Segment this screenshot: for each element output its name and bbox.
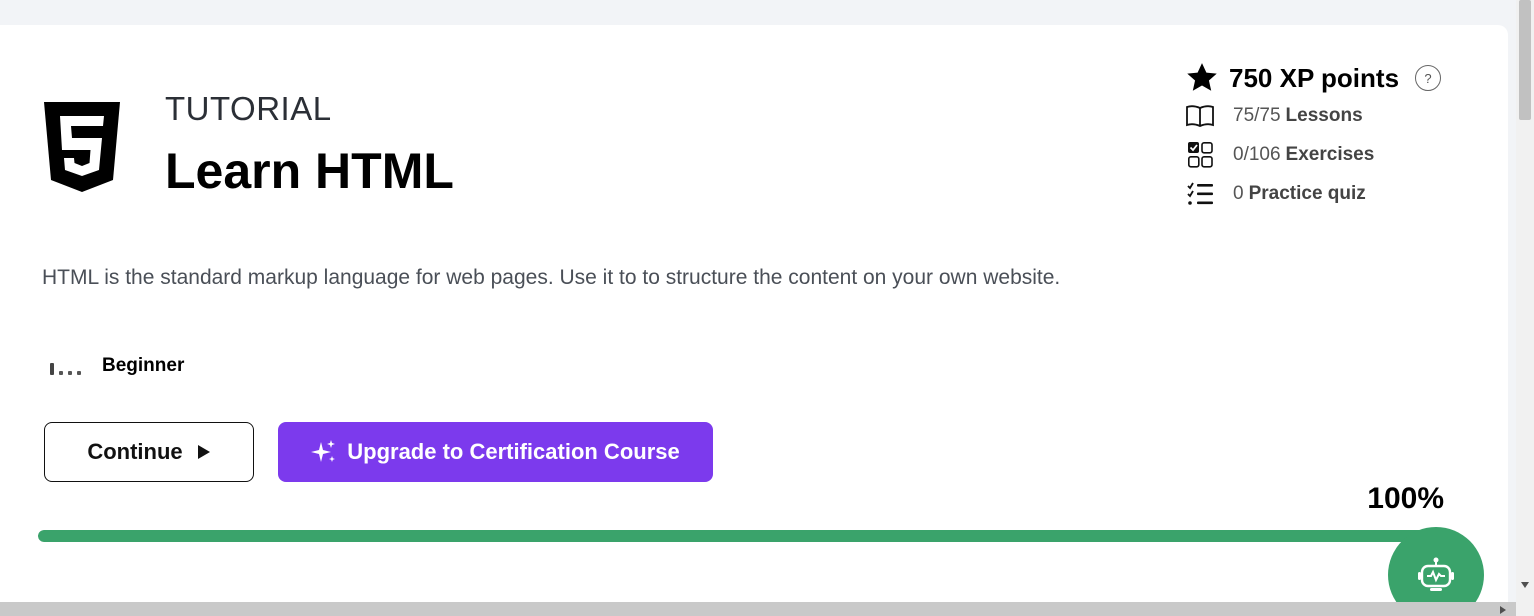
progress-bar xyxy=(38,530,1448,542)
lessons-value: 75/75 xyxy=(1233,104,1281,126)
stat-lessons: 75/75 Lessons xyxy=(1185,96,1455,135)
xp-row: 750 XP points ? xyxy=(1185,60,1455,96)
page-title: Learn HTML xyxy=(165,143,454,199)
level-label: Beginner xyxy=(102,355,185,376)
course-kicker: TUTORIAL xyxy=(165,90,332,127)
course-level: Beginner xyxy=(50,355,184,377)
course-stats: 750 XP points ? 75/75 Lessons 0/106 Exer… xyxy=(1185,60,1455,213)
checklist-icon xyxy=(1187,182,1213,205)
upgrade-button[interactable]: Upgrade to Certification Course xyxy=(278,422,713,482)
progress-percent: 100% xyxy=(1367,482,1444,515)
robot-icon xyxy=(1418,557,1454,591)
scrollbar-corner xyxy=(1516,600,1534,616)
upgrade-label: Upgrade to Certification Course xyxy=(347,439,680,464)
horizontal-scrollbar[interactable] xyxy=(0,602,1516,616)
progress-fill xyxy=(38,530,1448,542)
sparkle-icon xyxy=(311,440,336,462)
vertical-scrollbar-thumb[interactable] xyxy=(1519,0,1531,120)
stat-quiz: 0 Practice quiz xyxy=(1185,174,1455,213)
play-icon xyxy=(197,445,210,459)
book-icon xyxy=(1186,104,1214,127)
stat-exercises: 0/106 Exercises xyxy=(1185,135,1455,174)
course-description: HTML is the standard markup language for… xyxy=(42,266,1061,289)
help-icon[interactable]: ? xyxy=(1415,65,1442,91)
xp-points: 750 XP points xyxy=(1229,62,1400,93)
continue-button[interactable]: Continue xyxy=(44,422,254,482)
exercises-grid-icon xyxy=(1187,141,1213,168)
scroll-right-arrow-icon[interactable] xyxy=(1500,606,1506,614)
quiz-value: 0 xyxy=(1233,182,1244,204)
html5-logo-icon xyxy=(44,102,120,192)
continue-label: Continue xyxy=(87,439,183,464)
lessons-label: Lessons xyxy=(1285,104,1363,126)
scroll-down-arrow-icon[interactable] xyxy=(1521,582,1529,588)
level-bars-icon xyxy=(50,355,84,377)
exercises-label: Exercises xyxy=(1285,143,1375,165)
quiz-label: Practice quiz xyxy=(1248,182,1366,204)
star-icon xyxy=(1187,63,1217,91)
exercises-value: 0/106 xyxy=(1233,143,1281,165)
vertical-scrollbar[interactable] xyxy=(1516,0,1534,600)
